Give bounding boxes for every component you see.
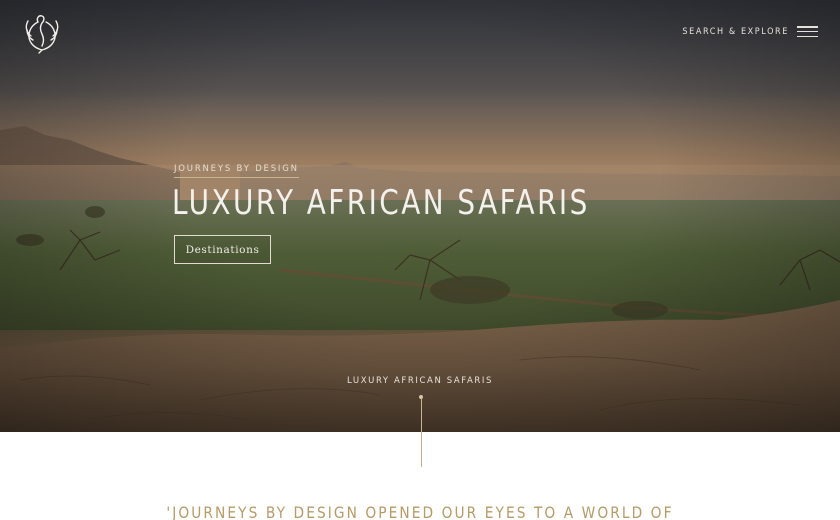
scroll-indicator-line-lower (420, 432, 422, 467)
hamburger-line (797, 26, 818, 28)
scroll-indicator-label[interactable]: LUXURY AFRICAN SAFARIS (0, 376, 840, 386)
hamburger-menu-icon[interactable] (797, 26, 818, 37)
scroll-indicator-line (420, 399, 422, 432)
testimonial-quote: 'JOURNEYS BY DESIGN OPENED OUR EYES TO A… (166, 503, 674, 520)
swan-logo-icon[interactable] (22, 12, 62, 54)
search-explore-menu[interactable]: SEARCH & EXPLORE (682, 26, 818, 37)
hero-eyebrow: JOURNEYS BY DESIGN (174, 164, 299, 178)
hamburger-line (797, 35, 818, 37)
hamburger-line (797, 30, 818, 33)
hero-title: LUXURY AFRICAN SAFARIS (172, 183, 590, 223)
hero-section: SEARCH & EXPLORE JOURNEYS BY DESIGN LUXU… (0, 0, 840, 432)
search-explore-label[interactable]: SEARCH & EXPLORE (682, 27, 789, 37)
destinations-button[interactable]: Destinations (174, 235, 271, 264)
page: SEARCH & EXPLORE JOURNEYS BY DESIGN LUXU… (0, 0, 840, 520)
